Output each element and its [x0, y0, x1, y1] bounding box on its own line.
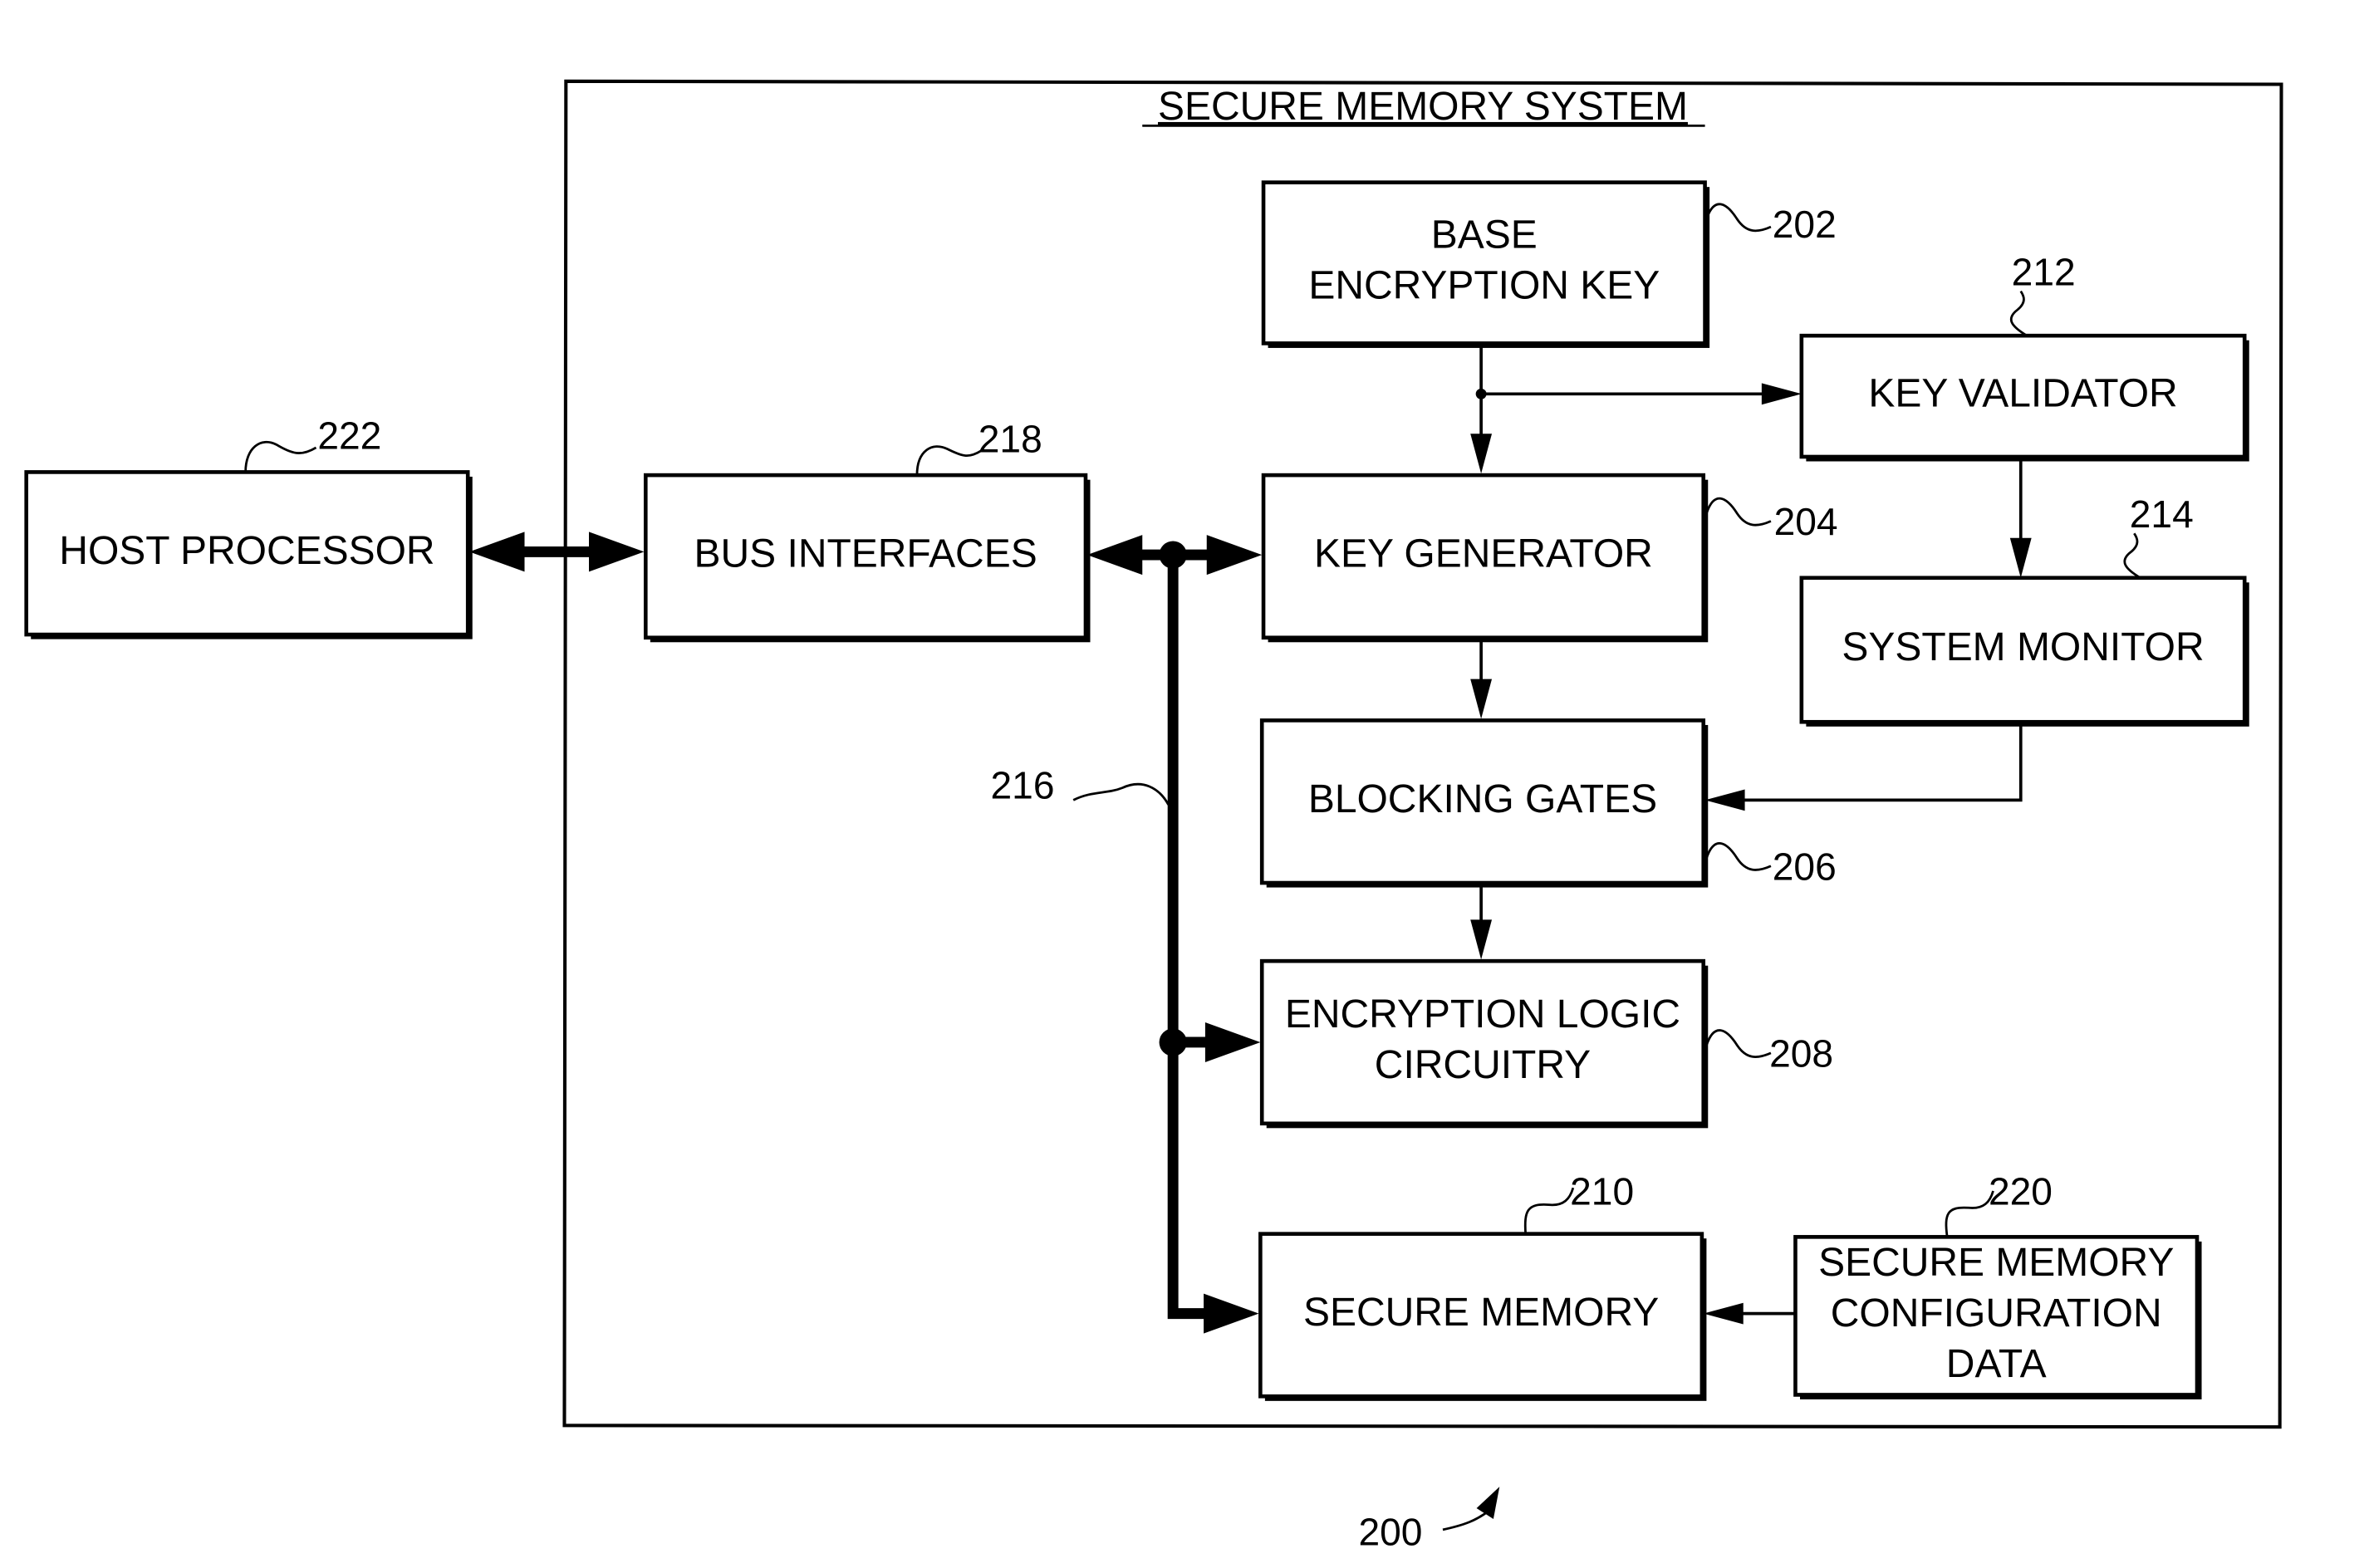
arrowhead-blocking-gates-top: [1470, 679, 1493, 719]
ref-218: 218: [978, 417, 1042, 460]
leader-218: [915, 445, 983, 476]
block-key-generator: KEY GENERATOR: [1261, 473, 1709, 643]
arrowhead-system-monitor: [2009, 537, 2032, 578]
ref-206: 206: [1773, 845, 1837, 888]
block-encryption-logic: ENCRYPTION LOGIC CIRCUITRY: [1259, 958, 1709, 1129]
block-label: HOST PROCESSOR: [59, 529, 434, 573]
block-label: CIRCUITRY: [1375, 1043, 1591, 1087]
arrowhead-blocking-gates-right: [1704, 789, 1745, 811]
block-key-validator: KEY VALIDATOR: [1799, 333, 2249, 462]
ref-216: 216: [991, 764, 1055, 807]
block-label: ENCRYPTION KEY: [1308, 264, 1660, 308]
arrowhead-left-bus-interfaces: [1086, 535, 1143, 576]
block-label: SECURE MEMORY: [1818, 1241, 2174, 1285]
leader-216: [1072, 782, 1170, 806]
block-label: ENCRYPTION LOGIC: [1285, 992, 1680, 1036]
leader-204: [1705, 497, 1772, 527]
block-config-data: SECURE MEMORY CONFIGURATION DATA: [1793, 1235, 2202, 1399]
block-label: CONFIGURATION: [1831, 1291, 2162, 1335]
bus-junction-top: [1159, 541, 1187, 569]
ref-208: 208: [1769, 1032, 1833, 1076]
ref-202: 202: [1773, 203, 1837, 246]
arrowhead-secure-memory-right: [1703, 1302, 1744, 1325]
arrowhead-encryption-logic: [1204, 1022, 1261, 1062]
block-label: KEY VALIDATOR: [1868, 372, 2177, 416]
leader-212: [2009, 290, 2028, 337]
block-label: BLOCKING GATES: [1308, 777, 1657, 821]
monitor-to-gates: [1735, 723, 2023, 802]
leader-206: [1705, 842, 1772, 871]
ref-212: 212: [2012, 250, 2076, 293]
block-secure-memory: SECURE MEMORY: [1258, 1232, 1707, 1401]
figure-arrow-200: [1476, 1487, 1500, 1519]
arrowhead-secure-memory: [1204, 1293, 1259, 1334]
block-label: KEY GENERATOR: [1314, 532, 1653, 576]
block-box: [1259, 958, 1706, 1126]
block-label: DATA: [1946, 1342, 2047, 1386]
ref-204: 204: [1774, 500, 1838, 543]
leader-208: [1705, 1029, 1772, 1058]
block-diagram: SECURE MEMORY SYSTEM HOST PROCESSOR BUS I…: [24, 79, 2283, 1553]
system-title: SECURE MEMORY SYSTEM: [1158, 85, 1688, 129]
arrowhead-key-generator-top: [1470, 434, 1493, 474]
block-box: [1261, 180, 1707, 345]
leader-220: [1945, 1190, 1994, 1237]
leader-200: [1442, 1508, 1492, 1531]
block-base-encryption-key: BASE ENCRYPTION KEY: [1261, 180, 1710, 348]
ref-214: 214: [2130, 492, 2194, 536]
leader-210: [1523, 1187, 1575, 1234]
block-label: BUS INTERFACES: [694, 532, 1037, 576]
ref-220: 220: [1989, 1170, 2053, 1213]
block-host-processor: HOST PROCESSOR: [24, 470, 473, 639]
block-label: BASE: [1431, 213, 1538, 257]
ref-210: 210: [1570, 1170, 1634, 1213]
block-bus-interfaces: BUS INTERFACES: [643, 473, 1091, 643]
block-system-monitor: SYSTEM MONITOR: [1799, 576, 2249, 727]
ref-200: 200: [1358, 1510, 1422, 1553]
block-blocking-gates: BLOCKING GATES: [1259, 718, 1709, 888]
ref-222: 222: [317, 414, 381, 458]
arrowhead-left-host: [469, 532, 525, 572]
leader-214: [2123, 532, 2141, 579]
arrowhead-encryption-logic-top: [1470, 919, 1493, 960]
leader-222: [244, 440, 317, 473]
leader-202: [1705, 203, 1772, 233]
blocks-layer: HOST PROCESSOR BUS INTERFACES BASE ENCRYPTI…: [24, 180, 2249, 1401]
arrowhead-key-validator: [1761, 383, 1802, 405]
block-label: SYSTEM MONITOR: [1842, 625, 2204, 669]
arrowhead-right-bus-interfaces: [589, 532, 645, 572]
block-label: SECURE MEMORY: [1303, 1291, 1659, 1335]
arrowhead-right-key-generator: [1206, 535, 1263, 576]
bus-216: [1167, 555, 1224, 1320]
